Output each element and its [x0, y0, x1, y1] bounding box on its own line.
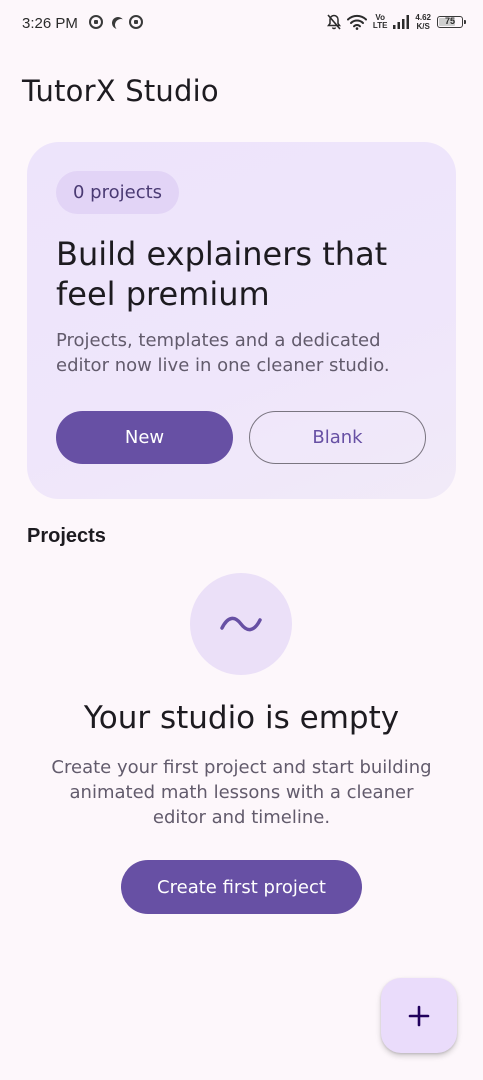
projects-section-title: Projects	[27, 525, 106, 547]
hero-description: Projects, templates and a dedicated edit…	[56, 330, 390, 376]
status-time: 3:26 PM	[22, 15, 78, 32]
status-bar: 3:26 PM Vo LTE 4.62 K/S 75	[0, 0, 483, 48]
wifi-icon	[346, 14, 367, 30]
network-speed-value: 4.62	[415, 13, 431, 22]
notification-app-icon	[89, 15, 103, 29]
empty-state-illustration	[190, 573, 292, 675]
app-title: TutorX Studio	[22, 74, 219, 108]
empty-state-description: Create your first project and start buil…	[51, 757, 432, 828]
empty-state-title: Your studio is empty	[83, 700, 400, 736]
mute-icon	[326, 14, 341, 30]
volte-icon: Vo LTE	[373, 14, 388, 30]
volte-bottom-label: LTE	[372, 21, 388, 30]
battery-icon: 75	[437, 16, 466, 28]
wave-icon	[220, 616, 262, 632]
hero-heading: Build explainers that feel premium	[56, 235, 388, 313]
moon-icon	[109, 15, 123, 29]
battery-level: 75	[444, 16, 455, 26]
network-speed: 4.62 K/S	[415, 13, 431, 31]
create-first-project-button[interactable]: Create first project	[121, 860, 362, 914]
status-system-icons: Vo LTE 4.62 K/S 75	[326, 13, 466, 31]
hero-card: 0 projects Build explainers that feel pr…	[27, 142, 456, 499]
signal-icon	[393, 15, 410, 29]
notification-app-icon	[129, 15, 143, 29]
new-project-button[interactable]: New	[56, 411, 233, 464]
plus-icon	[408, 1005, 430, 1026]
blank-project-button[interactable]: Blank	[249, 411, 426, 464]
network-speed-unit: K/S	[416, 22, 430, 31]
status-notification-icons	[89, 15, 143, 29]
project-count-chip: 0 projects	[56, 171, 180, 214]
add-project-fab[interactable]	[381, 978, 457, 1053]
